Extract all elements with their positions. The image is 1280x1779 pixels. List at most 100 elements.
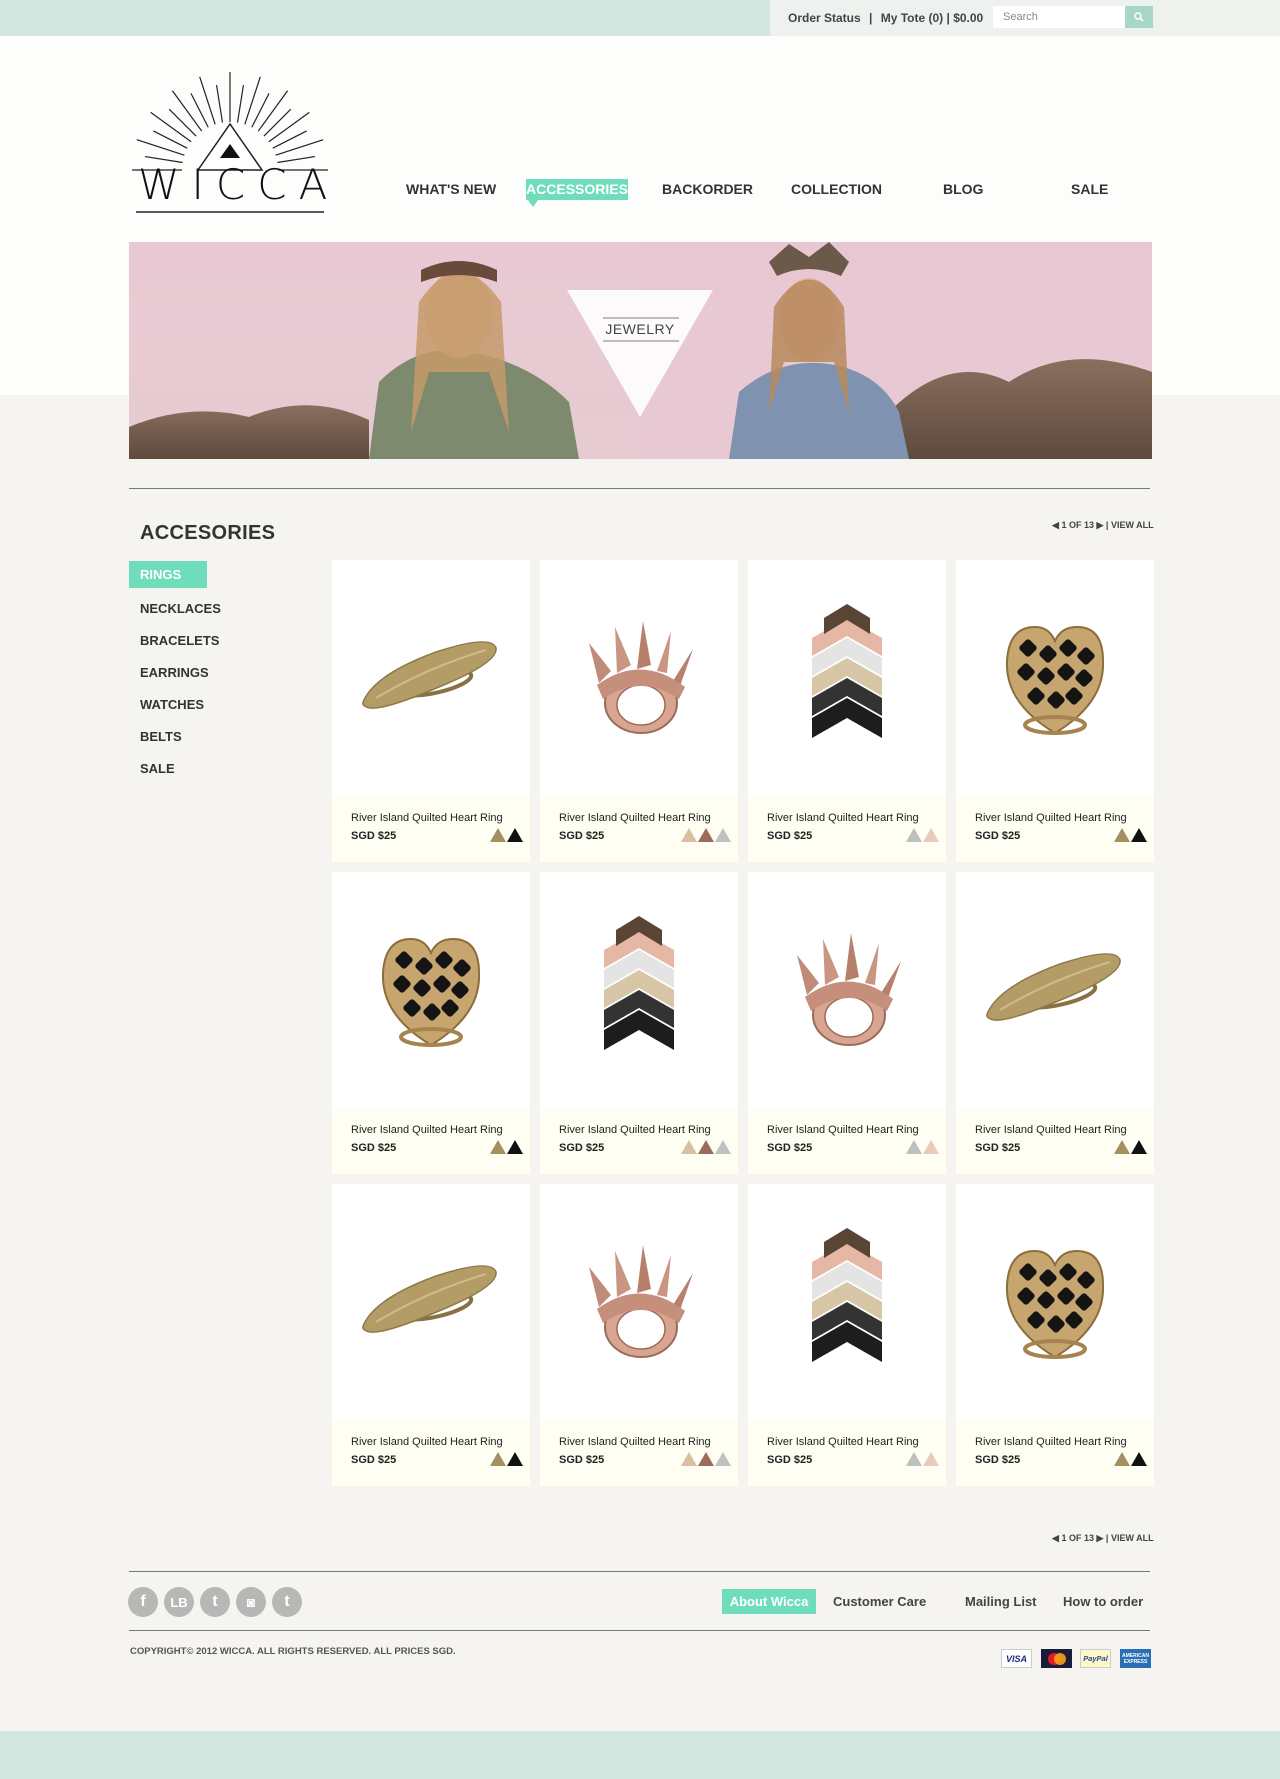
product-name[interactable]: River Island Quilted Heart Ring (351, 1124, 503, 1136)
pager-view-all[interactable]: VIEW ALL (1111, 520, 1154, 530)
product-image-spike-ring[interactable] (748, 872, 946, 1108)
pager-prev-icon[interactable]: ◀ (1052, 520, 1059, 530)
product-image-gold-plate-ring[interactable] (332, 1184, 530, 1420)
category-bracelets[interactable]: BRACELETS (140, 633, 219, 648)
top-bar-separator: | (869, 11, 873, 25)
color-swatch[interactable] (906, 1140, 922, 1154)
footer-how-to-order-link[interactable]: How to order (1063, 1594, 1143, 1609)
color-swatch[interactable] (715, 828, 731, 842)
product-name[interactable]: River Island Quilted Heart Ring (559, 1436, 711, 1448)
color-swatch[interactable] (923, 828, 939, 842)
product-name[interactable]: River Island Quilted Heart Ring (559, 812, 711, 824)
footer-mailing-list-link[interactable]: Mailing List (965, 1594, 1037, 1609)
product-card[interactable]: River Island Quilted Heart Ring SGD $25 (748, 1184, 946, 1486)
category-earrings[interactable]: EARRINGS (140, 665, 209, 680)
nav-blog[interactable]: BLOG (943, 181, 983, 197)
product-card[interactable]: River Island Quilted Heart Ring SGD $25 (540, 1184, 738, 1486)
color-swatch[interactable] (1114, 828, 1130, 842)
product-name[interactable]: River Island Quilted Heart Ring (975, 812, 1127, 824)
color-swatch[interactable] (681, 1140, 697, 1154)
nav-collection[interactable]: COLLECTION (791, 181, 882, 197)
search-button[interactable] (1125, 6, 1153, 28)
nav-accessories[interactable]: ACCESSORIES (526, 179, 628, 207)
facebook-icon[interactable]: f (128, 1587, 158, 1617)
category-belts[interactable]: BELTS (140, 729, 182, 744)
product-info: River Island Quilted Heart Ring SGD $25 (332, 1108, 530, 1174)
product-card[interactable]: River Island Quilted Heart Ring SGD $25 (956, 1184, 1154, 1486)
product-name[interactable]: River Island Quilted Heart Ring (975, 1436, 1127, 1448)
color-swatch[interactable] (681, 1452, 697, 1466)
product-card[interactable]: River Island Quilted Heart Ring SGD $25 (540, 872, 738, 1174)
order-status-link[interactable]: Order Status (788, 11, 861, 25)
category-rings[interactable]: RINGS (129, 561, 207, 588)
color-swatch[interactable] (698, 1452, 714, 1466)
product-card[interactable]: River Island Quilted Heart Ring SGD $25 (540, 560, 738, 862)
color-swatch[interactable] (923, 1452, 939, 1466)
instagram-icon[interactable]: ◙ (236, 1587, 266, 1617)
color-swatch[interactable] (923, 1140, 939, 1154)
product-image-chevron-stack-ring[interactable] (748, 1184, 946, 1420)
category-watches[interactable]: WATCHES (140, 697, 204, 712)
color-swatch[interactable] (698, 828, 714, 842)
pager-view-all[interactable]: VIEW ALL (1111, 1533, 1154, 1543)
product-card[interactable]: River Island Quilted Heart Ring SGD $25 (748, 560, 946, 862)
color-swatch[interactable] (715, 1452, 731, 1466)
color-swatch[interactable] (906, 828, 922, 842)
twitter-icon[interactable]: t (272, 1587, 302, 1617)
color-swatch[interactable] (490, 1452, 506, 1466)
product-card[interactable]: River Island Quilted Heart Ring SGD $25 (748, 872, 946, 1174)
category-necklaces[interactable]: NECKLACES (140, 601, 221, 616)
nav-sale[interactable]: SALE (1071, 181, 1108, 197)
color-swatch[interactable] (507, 1452, 523, 1466)
product-card[interactable]: River Island Quilted Heart Ring SGD $25 (956, 872, 1154, 1174)
product-card[interactable]: River Island Quilted Heart Ring SGD $25 (332, 560, 530, 862)
pager-prev-icon[interactable]: ◀ (1052, 1533, 1059, 1543)
color-swatch[interactable] (715, 1140, 731, 1154)
tumblr-icon[interactable]: t (200, 1587, 230, 1617)
pager-next-icon[interactable]: ▶ (1096, 520, 1103, 530)
product-image-chevron-stack-ring[interactable] (748, 560, 946, 796)
product-image-gold-plate-ring[interactable] (956, 872, 1154, 1108)
nav-whats-new[interactable]: WHAT'S NEW (406, 181, 496, 197)
color-swatch[interactable] (1131, 1452, 1147, 1466)
color-swatch[interactable] (1114, 1140, 1130, 1154)
gold-plate-ring-illustration (986, 953, 1121, 1021)
hero-banner[interactable]: JEWELRY (129, 242, 1152, 459)
color-swatch[interactable] (906, 1452, 922, 1466)
product-name[interactable]: River Island Quilted Heart Ring (351, 812, 503, 824)
product-name[interactable]: River Island Quilted Heart Ring (975, 1124, 1127, 1136)
color-swatch[interactable] (1114, 1452, 1130, 1466)
color-swatch[interactable] (1131, 828, 1147, 842)
footer-customer-care-link[interactable]: Customer Care (833, 1594, 926, 1609)
lookbook-icon[interactable]: LB (164, 1587, 194, 1617)
search-input[interactable] (993, 6, 1125, 28)
product-image-spike-ring[interactable] (540, 1184, 738, 1420)
color-swatch[interactable] (490, 828, 506, 842)
product-image-quilted-heart-ring[interactable] (332, 872, 530, 1108)
product-card[interactable]: River Island Quilted Heart Ring SGD $25 (332, 1184, 530, 1486)
product-image-quilted-heart-ring[interactable] (956, 560, 1154, 796)
color-swatch[interactable] (698, 1140, 714, 1154)
color-swatch[interactable] (507, 828, 523, 842)
my-tote-link[interactable]: My Tote (0) | $0.00 (881, 11, 984, 25)
color-swatch[interactable] (490, 1140, 506, 1154)
product-image-spike-ring[interactable] (540, 560, 738, 796)
color-swatch[interactable] (507, 1140, 523, 1154)
product-card[interactable]: River Island Quilted Heart Ring SGD $25 (956, 560, 1154, 862)
wicca-logo[interactable]: WICCA (128, 62, 332, 218)
product-image-quilted-heart-ring[interactable] (956, 1184, 1154, 1420)
product-name[interactable]: River Island Quilted Heart Ring (351, 1436, 503, 1448)
footer-about-link[interactable]: About Wicca (722, 1589, 816, 1614)
color-swatch[interactable] (1131, 1140, 1147, 1154)
product-image-chevron-stack-ring[interactable] (540, 872, 738, 1108)
product-name[interactable]: River Island Quilted Heart Ring (559, 1124, 711, 1136)
pager-next-icon[interactable]: ▶ (1096, 1533, 1103, 1543)
product-card[interactable]: River Island Quilted Heart Ring SGD $25 (332, 872, 530, 1174)
nav-backorder[interactable]: BACKORDER (662, 181, 753, 197)
product-image-gold-plate-ring[interactable] (332, 560, 530, 796)
category-sale[interactable]: SALE (140, 761, 175, 776)
color-swatch[interactable] (681, 828, 697, 842)
product-name[interactable]: River Island Quilted Heart Ring (767, 812, 919, 824)
product-name[interactable]: River Island Quilted Heart Ring (767, 1124, 919, 1136)
product-name[interactable]: River Island Quilted Heart Ring (767, 1436, 919, 1448)
